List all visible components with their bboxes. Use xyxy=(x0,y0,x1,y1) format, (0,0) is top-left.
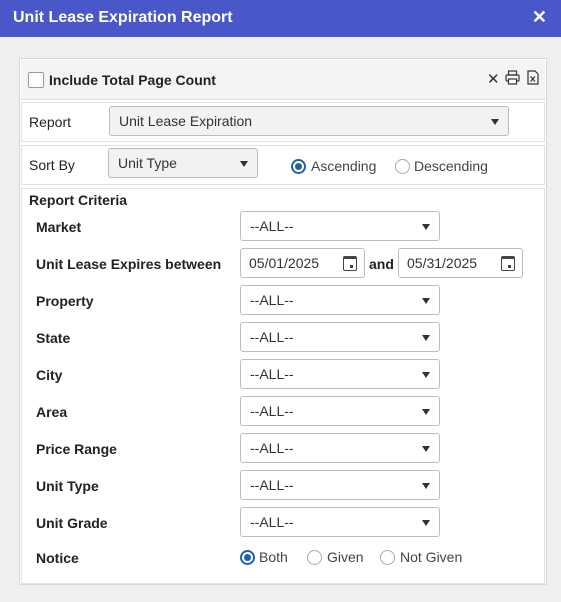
options-bar: Include Total Page Count ✕ xyxy=(21,60,545,100)
market-select[interactable]: --ALL-- xyxy=(240,211,440,241)
property-select-value: --ALL-- xyxy=(250,292,294,308)
unit-grade-select-value: --ALL-- xyxy=(250,514,294,530)
expires-to-date[interactable]: 05/31/2025 xyxy=(398,248,523,278)
unit-type-select[interactable]: --ALL-- xyxy=(240,470,440,500)
chevron-down-icon xyxy=(422,298,430,304)
sort-row: Sort By Unit Type Ascending Descending xyxy=(21,145,545,185)
sort-by-label: Sort By xyxy=(29,157,75,173)
descending-label: Descending xyxy=(414,158,488,174)
report-select-value: Unit Lease Expiration xyxy=(119,113,253,129)
calendar-icon[interactable] xyxy=(501,256,515,271)
price-range-label: Price Range xyxy=(36,441,117,457)
report-criteria-header: Report Criteria xyxy=(29,192,128,208)
unit-type-label: Unit Type xyxy=(36,478,99,494)
include-total-page-count-label: Include Total Page Count xyxy=(49,72,216,88)
market-select-value: --ALL-- xyxy=(250,218,294,234)
chevron-down-icon xyxy=(422,224,430,230)
city-select[interactable]: --ALL-- xyxy=(240,359,440,389)
excel-export-icon[interactable] xyxy=(527,70,539,88)
close-icon[interactable]: ✕ xyxy=(532,7,547,28)
chevron-down-icon xyxy=(240,161,248,167)
state-label: State xyxy=(36,330,71,346)
city-label: City xyxy=(36,367,63,383)
and-label: and xyxy=(369,256,394,272)
expires-to-value: 05/31/2025 xyxy=(407,255,478,271)
price-range-select[interactable]: --ALL-- xyxy=(240,433,440,463)
city-select-value: --ALL-- xyxy=(250,366,294,382)
clear-icon[interactable]: ✕ xyxy=(487,70,500,88)
area-select-value: --ALL-- xyxy=(250,403,294,419)
include-total-page-count-checkbox[interactable] xyxy=(28,72,44,88)
sort-by-select-value: Unit Type xyxy=(118,155,177,171)
notice-not-given-label: Not Given xyxy=(400,549,463,565)
expires-from-date[interactable]: 05/01/2025 xyxy=(240,248,365,278)
calendar-icon[interactable] xyxy=(343,256,357,271)
state-select-value: --ALL-- xyxy=(250,329,294,345)
chevron-down-icon xyxy=(422,372,430,378)
notice-not-given-radio[interactable] xyxy=(380,550,395,565)
ascending-radio[interactable] xyxy=(291,159,306,174)
chevron-down-icon xyxy=(491,119,499,125)
lease-expires-label: Unit Lease Expires between xyxy=(36,256,222,272)
dialog-title: Unit Lease Expiration Report xyxy=(13,9,233,26)
unit-grade-label: Unit Grade xyxy=(36,515,108,531)
notice-given-label: Given xyxy=(327,549,364,565)
notice-label: Notice xyxy=(36,550,79,566)
chevron-down-icon xyxy=(422,483,430,489)
unit-grade-select[interactable]: --ALL-- xyxy=(240,507,440,537)
print-icon[interactable] xyxy=(505,70,520,88)
notice-both-label: Both xyxy=(259,549,288,565)
ascending-label: Ascending xyxy=(311,158,377,174)
report-label: Report xyxy=(29,114,72,130)
property-label: Property xyxy=(36,293,94,309)
state-select[interactable]: --ALL-- xyxy=(240,322,440,352)
notice-given-radio[interactable] xyxy=(307,550,322,565)
notice-both-radio[interactable] xyxy=(240,550,255,565)
expires-from-value: 05/01/2025 xyxy=(249,255,320,271)
unit-type-select-value: --ALL-- xyxy=(250,477,294,493)
property-select[interactable]: --ALL-- xyxy=(240,285,440,315)
chevron-down-icon xyxy=(422,335,430,341)
descending-radio[interactable] xyxy=(395,159,410,174)
dialog-titlebar: Unit Lease Expiration Report ✕ xyxy=(0,0,561,37)
chevron-down-icon xyxy=(422,520,430,526)
price-range-select-value: --ALL-- xyxy=(250,440,294,456)
report-select[interactable]: Unit Lease Expiration xyxy=(109,106,509,136)
report-criteria-panel: Report Criteria Market --ALL-- Unit Leas… xyxy=(21,188,545,584)
sort-by-select[interactable]: Unit Type xyxy=(108,148,258,178)
chevron-down-icon xyxy=(422,409,430,415)
market-label: Market xyxy=(36,219,82,235)
area-label: Area xyxy=(36,404,68,420)
chevron-down-icon xyxy=(422,446,430,452)
report-row: Report Unit Lease Expiration xyxy=(21,102,545,142)
area-select[interactable]: --ALL-- xyxy=(240,396,440,426)
